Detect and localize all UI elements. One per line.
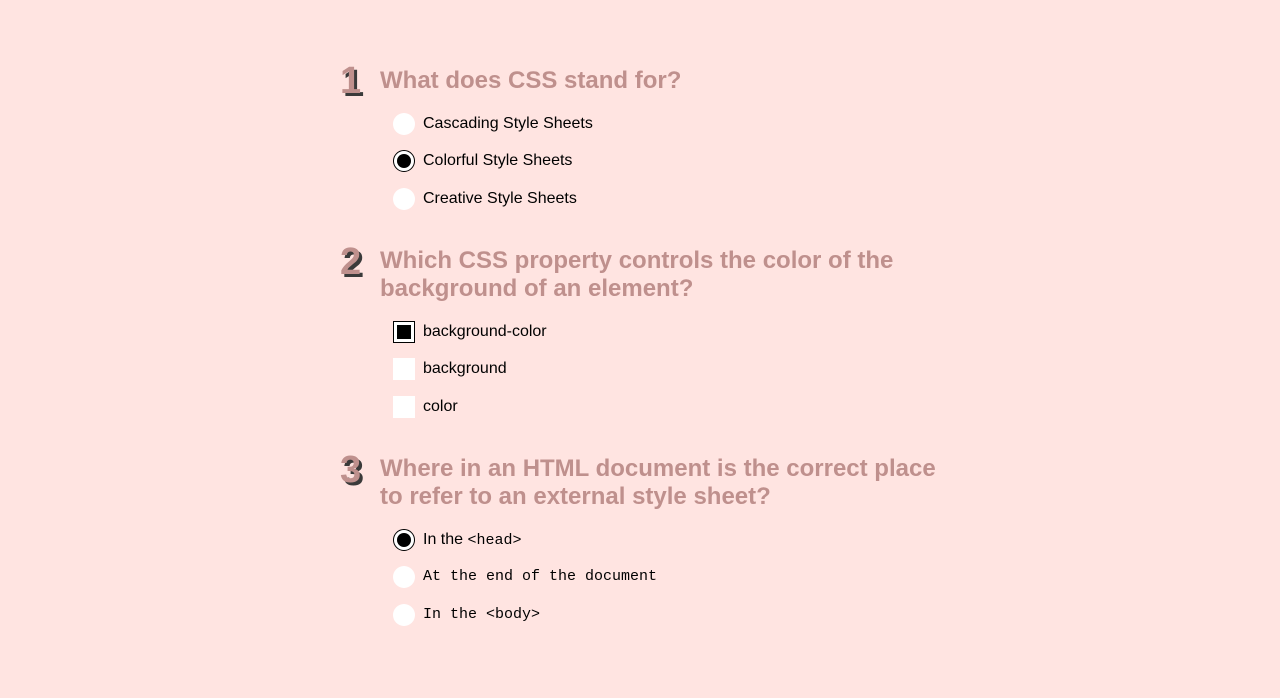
- answer-option[interactable]: At the end of the document: [393, 565, 657, 589]
- answer-option[interactable]: In the <head>: [393, 528, 522, 552]
- question-number: 3: [340, 449, 361, 491]
- answer-label: background: [423, 360, 507, 377]
- answer-label: In the <body>: [423, 606, 541, 623]
- answer-label: background-color: [423, 323, 547, 340]
- radio-button[interactable]: [393, 188, 415, 210]
- answer-label: At the end of the document: [423, 568, 658, 585]
- radio-button[interactable]: [393, 566, 415, 588]
- question-number: 2: [340, 241, 361, 283]
- answer-option[interactable]: In the <body>: [393, 603, 540, 627]
- checkbox[interactable]: [393, 396, 415, 418]
- radio-button-checked[interactable]: [393, 529, 415, 551]
- answer-option[interactable]: Colorful Style Sheets: [393, 149, 572, 173]
- question-number: 1: [340, 60, 361, 102]
- answer-option[interactable]: Cascading Style Sheets: [393, 112, 593, 136]
- answer-option[interactable]: background: [393, 357, 507, 381]
- answer-label: In the <head>: [423, 530, 522, 551]
- question-text: Where in an HTML document is the correct…: [380, 455, 936, 510]
- checkbox-checked[interactable]: [393, 321, 415, 343]
- answer-option[interactable]: color: [393, 395, 458, 419]
- question-text: What does CSS stand for?: [380, 67, 682, 94]
- answer-option[interactable]: background-color: [393, 320, 547, 344]
- checkbox[interactable]: [393, 358, 415, 380]
- answer-label: Cascading Style Sheets: [423, 115, 593, 132]
- question-text: Which CSS property controls the color of…: [380, 247, 894, 302]
- answer-label: color: [423, 398, 458, 415]
- answer-option[interactable]: Creative Style Sheets: [393, 187, 577, 211]
- radio-button-checked[interactable]: [393, 150, 415, 172]
- answer-label: Colorful Style Sheets: [423, 152, 573, 169]
- radio-button[interactable]: [393, 604, 415, 626]
- answer-label-code: <head>: [467, 531, 522, 549]
- radio-button[interactable]: [393, 113, 415, 135]
- answer-label: Creative Style Sheets: [423, 190, 577, 207]
- answer-label-prefix: In the: [423, 530, 468, 548]
